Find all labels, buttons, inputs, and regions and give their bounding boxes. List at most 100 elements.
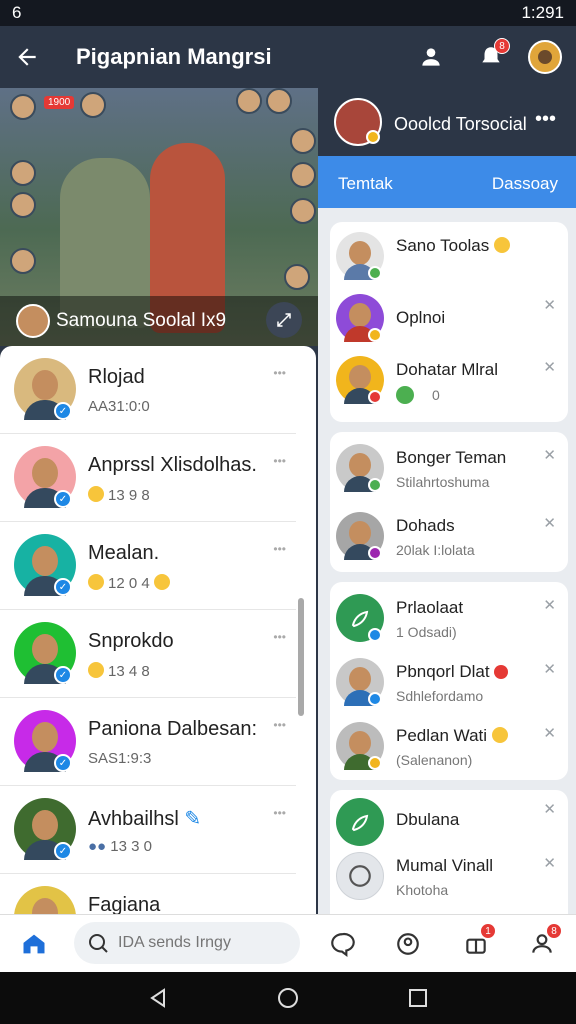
friend-sub-text: 0 <box>432 387 440 403</box>
dismiss-icon[interactable]: ✕ <box>543 724 556 742</box>
chat-bubble-icon <box>396 386 414 404</box>
contact-row[interactable]: ✓ Mealan. 12 0 4 ••• <box>0 522 296 610</box>
contact-row[interactable]: ✓ Anprssl Xlisdolhas. 13 9 8 ••• <box>0 434 296 522</box>
dismiss-icon[interactable]: ✕ <box>543 854 556 872</box>
friend-row[interactable]: Dohads 20lak I:lolata ✕ <box>330 506 568 568</box>
contact-name: Fagiana <box>88 894 161 914</box>
contact-name: Avhbailhsl ✎ <box>88 806 201 831</box>
emoji-icon <box>491 727 508 743</box>
gift-icon[interactable]: 1 <box>456 923 496 963</box>
participant-thumb[interactable] <box>266 88 292 114</box>
friend-row[interactable]: Bonger Teman Stilahrtoshuma ✕ <box>330 438 568 500</box>
dismiss-icon[interactable]: ✕ <box>543 596 556 614</box>
online-icon <box>368 478 382 492</box>
search-bar[interactable] <box>74 922 300 964</box>
dismiss-icon[interactable]: ✕ <box>543 446 556 464</box>
more-icon[interactable]: ••• <box>273 630 286 644</box>
more-icon[interactable]: ••• <box>273 366 286 380</box>
participant-thumb[interactable] <box>236 88 262 114</box>
list-scrollbar[interactable] <box>298 598 304 716</box>
participant-thumb[interactable] <box>10 192 36 218</box>
contacts-icon[interactable] <box>414 40 448 74</box>
friend-row[interactable]: Dbulana ✕ <box>330 792 568 854</box>
friend-name: Sano Toolas <box>396 236 514 256</box>
dismiss-icon[interactable]: ✕ <box>543 358 556 376</box>
emoji-icon <box>88 574 104 590</box>
contact-row[interactable]: Fagiana <box>0 874 296 914</box>
friend-sub: Khotoha <box>396 882 449 898</box>
friend-row[interactable]: Mumal Vinall Khotoha ✕ <box>330 846 568 908</box>
friend-name-text: Sano Toolas <box>396 236 490 255</box>
tab-dassoay[interactable]: Dassoay <box>492 174 558 194</box>
participant-thumb[interactable] <box>10 248 36 274</box>
friend-row[interactable]: Dohatar Mlral 0 ✕ <box>330 350 568 412</box>
contact-sub: 13 9 8 <box>88 486 150 504</box>
contact-row[interactable]: ✓ Paniona Dalbesan: SAS1:9:3 ••• <box>0 698 296 786</box>
tab-temtak[interactable]: Temtak <box>338 174 393 194</box>
friend-row[interactable]: Pedlan Wati (Salenanon) ✕ <box>330 716 568 778</box>
more-icon[interactable]: ••• <box>273 454 286 468</box>
home-circle-icon[interactable] <box>276 986 300 1015</box>
collapse-icon[interactable] <box>266 302 302 338</box>
dismiss-icon[interactable]: ✕ <box>543 660 556 678</box>
emoji-icon <box>88 486 104 502</box>
contact-sub: AA31:0:0 <box>88 398 150 415</box>
status-dot-icon <box>368 328 382 342</box>
search-input[interactable] <box>118 931 290 955</box>
friend-row[interactable]: Pbnqorl Dlat Sdhlefordamo ✕ <box>330 652 568 714</box>
participant-thumb[interactable] <box>10 160 36 186</box>
contact-sub-text: 13 3 0 <box>110 838 153 855</box>
notifications-icon[interactable]: 8 <box>474 38 510 74</box>
dismiss-icon[interactable]: ✕ <box>543 800 556 818</box>
back-arrow-icon[interactable] <box>10 40 44 74</box>
more-icon[interactable]: ••• <box>535 108 556 131</box>
participant-thumb[interactable] <box>284 264 310 290</box>
back-triangle-icon[interactable] <box>146 986 170 1015</box>
status-dot-icon <box>368 756 382 770</box>
participant-thumb[interactable] <box>290 128 316 154</box>
panel-title: Ooolcd Torsocial <box>394 114 527 134</box>
bottom-nav: 1 8 <box>0 914 576 972</box>
user-circle-icon[interactable] <box>388 925 428 963</box>
notifications-badge: 8 <box>494 38 510 54</box>
contact-row[interactable]: ✓ Rlojad AA31:0:0 ••• <box>0 346 296 434</box>
recents-square-icon[interactable] <box>406 986 430 1015</box>
friend-card: Prlaolaat 1 Odsadi) ✕ Pbnqorl Dlat Sdhle… <box>330 582 568 780</box>
contact-sub: SAS1:9:3 <box>88 750 152 767</box>
participant-thumb[interactable] <box>80 92 106 118</box>
more-icon[interactable]: ••• <box>273 542 286 556</box>
friend-row[interactable]: Sano Toolas <box>330 226 568 288</box>
friend-row[interactable]: Oplnoi ✕ <box>330 288 568 350</box>
leaf-icon <box>351 610 369 628</box>
contact-sub: 13 4 8 <box>88 662 150 680</box>
profile-icon[interactable]: 8 <box>522 923 562 963</box>
dismiss-icon[interactable]: ✕ <box>543 296 556 314</box>
profile-avatar[interactable] <box>528 40 562 74</box>
contact-sub: ●● 13 3 0 <box>88 838 152 855</box>
friend-avatar <box>336 852 384 900</box>
friend-row[interactable]: Prlaolaat 1 Odsadi) ✕ <box>330 588 568 650</box>
verified-icon: ✓ <box>54 754 72 772</box>
more-icon[interactable]: ••• <box>273 718 286 732</box>
participant-thumb[interactable] <box>290 198 316 224</box>
friend-card: Bonger Teman Stilahrtoshuma ✕ Dohads 20l… <box>330 432 568 572</box>
participant-thumb[interactable] <box>10 94 36 120</box>
contact-row[interactable]: ✓ Avhbailhsl ✎ ●● 13 3 0 ••• <box>0 786 296 874</box>
home-icon[interactable] <box>14 925 54 963</box>
caption-avatar[interactable] <box>16 304 50 338</box>
emoji-icon <box>153 574 170 590</box>
chat-icon[interactable] <box>322 925 362 963</box>
status-bar: 6 1:291 <box>0 0 576 26</box>
participant-thumb[interactable] <box>290 162 316 188</box>
status-dot-icon <box>368 546 382 560</box>
video-preview[interactable]: 1900 Samouna Soolal Ix9 <box>0 88 318 346</box>
friend-sub: 0 <box>396 386 440 404</box>
contact-list: ✓ Rlojad AA31:0:0 ••• ✓ Anprssl Xlisdolh… <box>0 346 316 914</box>
contact-row[interactable]: ✓ Snprokdo 13 4 8 ••• <box>0 610 296 698</box>
more-icon[interactable]: ••• <box>273 806 286 820</box>
app-header: Pigapnian Mangrsi 8 <box>0 26 576 88</box>
friend-name: Bonger Teman <box>396 448 507 467</box>
dismiss-icon[interactable]: ✕ <box>543 514 556 532</box>
contact-name: Snprokdo <box>88 630 174 652</box>
video-tag: 1900 <box>44 96 75 109</box>
